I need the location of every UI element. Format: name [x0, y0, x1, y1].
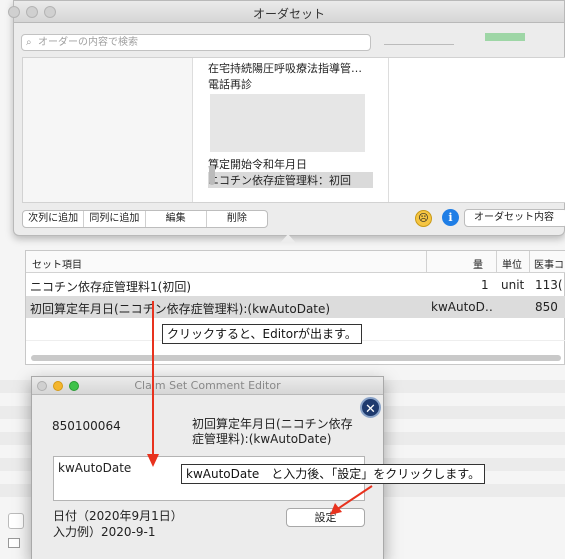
order-list-browser: 在宅持続陽圧呼吸療法指導管… 電話再診 算定開始令和年月日 ニコチン依存症管理料… — [22, 57, 565, 203]
divider — [384, 44, 454, 45]
close-icon[interactable]: ✕ — [360, 397, 381, 418]
list-item[interactable]: 在宅持続陽圧呼吸療法指導管… — [208, 60, 373, 76]
cell-code: 113( — [535, 278, 563, 292]
cell-unit: unit — [501, 278, 525, 292]
title-bar: オーダセット — [8, 1, 564, 23]
scrollbar-thumb[interactable] — [209, 165, 215, 185]
horizontal-scrollbar[interactable] — [31, 355, 561, 361]
table-row[interactable]: ニコチン依存症管理料1(初回) 1 unit 113( — [26, 274, 565, 296]
list-action-buttons: 次列に追加 同列に追加 編集 削除 — [22, 210, 268, 228]
click-annotation: クリックすると、Editorが出ます。 — [162, 324, 362, 344]
editor-title-bar: Claim Set Comment Editor — [32, 377, 383, 395]
input-annotation: kwAutoDate と入力後、「設定」をクリックします。 — [181, 464, 486, 484]
table-header: セット項目 量 単位 医事コ — [26, 251, 565, 273]
order-list-column-left[interactable] — [23, 58, 193, 202]
edit-button[interactable]: 編集 — [146, 211, 207, 227]
cell-item: ニコチン依存症管理料1(初回) — [30, 280, 191, 294]
list-item-selected[interactable]: ニコチン依存症管理料：初回 — [208, 172, 373, 188]
column-header-quantity[interactable]: 量 — [473, 256, 483, 271]
orderset-content-button[interactable]: オーダセット内容 — [464, 209, 565, 227]
search-icon: ⌕ — [26, 37, 32, 48]
item-code: 850100064 — [52, 419, 121, 433]
delete-button[interactable]: 削除 — [207, 211, 267, 227]
background-checkbox[interactable] — [8, 538, 20, 548]
order-set-window: オーダセット ⌕ オーダーの内容で検索 在宅持続陽圧呼吸療法指導管… 電話再診 … — [8, 0, 565, 236]
column-header-unit[interactable]: 単位 — [502, 256, 522, 271]
cell-item: 初回算定年月日(ニコチン依存症管理料):(kwAutoDate) — [30, 302, 331, 316]
column-header-code[interactable]: 医事コ — [534, 256, 564, 271]
list-item[interactable]: 算定開始令和年月日 — [208, 156, 373, 172]
cell-quantity: 1 — [481, 278, 489, 292]
status-indicator — [485, 33, 525, 41]
date-hint: 日付（2020年9月1日） — [53, 509, 183, 523]
order-list-column-middle[interactable]: 在宅持続陽圧呼吸療法指導管… 電話再診 算定開始令和年月日 ニコチン依存症管理料… — [204, 58, 386, 202]
background-control[interactable] — [8, 513, 24, 529]
redacted-region — [210, 94, 365, 152]
editor-title: Claim Set Comment Editor — [134, 379, 281, 392]
add-same-column-button[interactable]: 同列に追加 — [84, 211, 146, 227]
add-next-column-button[interactable]: 次列に追加 — [23, 211, 85, 227]
info-icon[interactable]: i — [442, 209, 459, 226]
cell-quantity: kwAutoD… — [431, 300, 493, 314]
set-button[interactable]: 設定 — [286, 508, 365, 527]
cell-code: 850 — [535, 300, 558, 314]
input-example-hint: 入力例）2020-9-1 — [53, 525, 156, 539]
table-row-selected[interactable]: 初回算定年月日(ニコチン依存症管理料):(kwAutoDate) kwAutoD… — [26, 296, 565, 318]
item-name: 初回算定年月日(ニコチン依存症管理料):(kwAutoDate) — [192, 417, 353, 446]
frown-face-icon[interactable]: ☹ — [415, 210, 432, 227]
list-item[interactable]: 電話再診 — [208, 76, 373, 92]
order-list-column-right[interactable] — [388, 58, 565, 202]
window-title: オーダセット — [252, 7, 325, 21]
column-header-set-item[interactable]: セット項目 — [32, 256, 82, 271]
set-item-table: セット項目 量 単位 医事コ ニコチン依存症管理料1(初回) 1 unit 11… — [25, 250, 565, 365]
order-search-input[interactable]: ⌕ オーダーの内容で検索 — [21, 34, 371, 51]
popover-arrow — [280, 234, 296, 243]
search-placeholder: オーダーの内容で検索 — [38, 37, 138, 48]
